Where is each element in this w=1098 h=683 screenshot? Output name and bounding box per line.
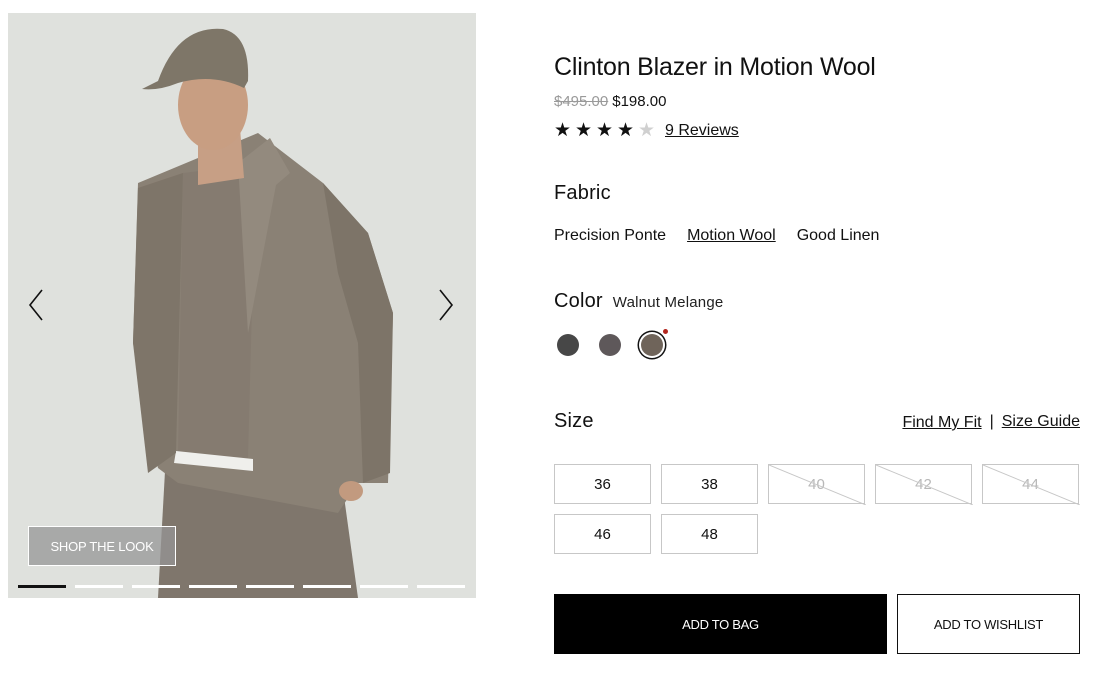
- selected-indicator-dot: [663, 329, 668, 334]
- star-icon: ★: [617, 120, 635, 141]
- size-links: Find My Fit | Size Guide: [902, 411, 1080, 432]
- product-image-gallery[interactable]: SHOP THE LOOK: [8, 13, 476, 598]
- gallery-pagination: [18, 585, 465, 588]
- gallery-dot[interactable]: [189, 585, 237, 588]
- strikethrough-icon: [876, 465, 973, 505]
- strikethrough-icon: [769, 465, 866, 505]
- size-label: 38: [701, 475, 718, 493]
- size-option-unavailable[interactable]: 42: [875, 464, 973, 505]
- size-heading: Size: [554, 410, 594, 432]
- size-options: 36 38 40 42 44 46 48: [554, 464, 1080, 554]
- fabric-option-motion-wool[interactable]: Motion Wool: [687, 227, 776, 245]
- fabric-options: Precision Ponte Motion Wool Good Linen: [554, 227, 879, 245]
- color-swatch-selected[interactable]: [641, 329, 668, 356]
- color-swatches: [554, 329, 668, 356]
- next-image-button[interactable]: [426, 285, 466, 325]
- rating: ★ ★ ★ ★ ★ 9 Reviews: [554, 121, 739, 140]
- find-my-fit-link[interactable]: Find My Fit: [902, 414, 981, 432]
- chevron-right-icon: [439, 289, 454, 321]
- color-swatch[interactable]: [599, 334, 621, 356]
- size-option-unavailable[interactable]: 40: [768, 464, 866, 505]
- size-label: 36: [594, 475, 611, 493]
- color-swatch[interactable]: [557, 334, 579, 356]
- sale-price: $198.00: [612, 93, 667, 110]
- star-empty-icon: ★: [638, 120, 656, 141]
- gallery-dot[interactable]: [246, 585, 294, 588]
- star-icon: ★: [554, 120, 572, 141]
- strikethrough-icon: [983, 465, 1080, 505]
- divider: |: [989, 412, 994, 430]
- color-label: Color: [554, 290, 603, 312]
- star-icon: ★: [596, 120, 614, 141]
- gallery-dot[interactable]: [360, 585, 408, 588]
- size-label: 46: [594, 525, 611, 543]
- gallery-dot[interactable]: [75, 585, 123, 588]
- size-option[interactable]: 38: [661, 464, 758, 504]
- gallery-dot[interactable]: [303, 585, 351, 588]
- fabric-heading: Fabric: [554, 182, 611, 204]
- price: $495.00 $198.00: [554, 93, 666, 110]
- previous-image-button[interactable]: [16, 285, 56, 325]
- fabric-option-good-linen[interactable]: Good Linen: [797, 227, 880, 245]
- add-to-bag-button[interactable]: ADD TO BAG: [554, 594, 887, 654]
- gallery-dot[interactable]: [18, 585, 66, 588]
- size-guide-link[interactable]: Size Guide: [1002, 413, 1080, 431]
- size-option[interactable]: 36: [554, 464, 651, 504]
- star-icon: ★: [575, 120, 593, 141]
- chevron-left-icon: [28, 289, 43, 321]
- size-label: 48: [701, 525, 718, 543]
- size-option[interactable]: 46: [554, 514, 651, 554]
- product-photo: [8, 13, 476, 598]
- original-price: $495.00: [554, 93, 609, 110]
- color-heading: Color Walnut Melange: [554, 290, 723, 313]
- product-title: Clinton Blazer in Motion Wool: [554, 53, 876, 81]
- selected-color-name: Walnut Melange: [612, 294, 724, 311]
- size-option-unavailable[interactable]: 44: [982, 464, 1080, 505]
- reviews-link[interactable]: 9 Reviews: [665, 122, 739, 140]
- fabric-option-precision-ponte[interactable]: Precision Ponte: [554, 227, 666, 245]
- gallery-dot[interactable]: [132, 585, 180, 588]
- shop-the-look-button[interactable]: SHOP THE LOOK: [28, 526, 176, 566]
- add-to-wishlist-button[interactable]: ADD TO WISHLIST: [897, 594, 1080, 654]
- gallery-dot[interactable]: [417, 585, 465, 588]
- size-option[interactable]: 48: [661, 514, 758, 554]
